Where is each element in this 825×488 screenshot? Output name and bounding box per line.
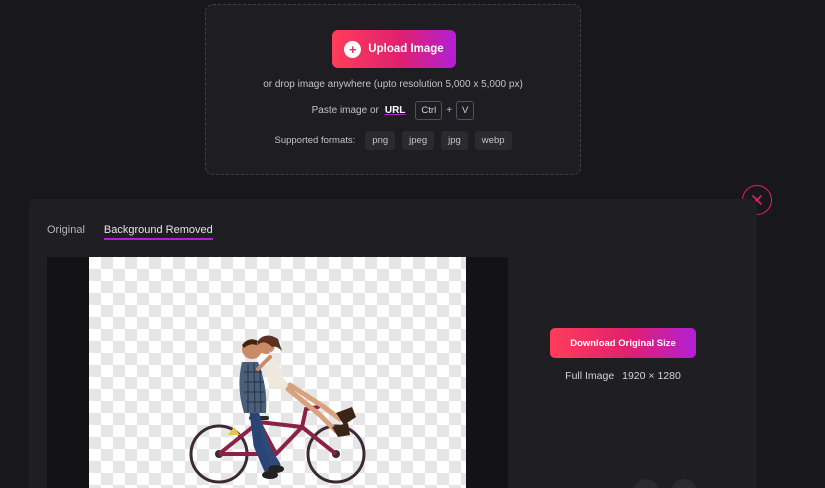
supported-formats-row: Supported formats: png jpeg jpg webp [206, 131, 580, 150]
preview-control-button-2[interactable]: ● [671, 479, 697, 488]
image-preview-area [47, 257, 508, 488]
paste-row: Paste image or URL Ctrl + V [206, 101, 580, 120]
plus-icon: + [344, 40, 362, 58]
format-chip-webp: webp [474, 131, 512, 150]
paste-prefix-text: Paste image or [311, 105, 379, 116]
download-original-size-button[interactable]: Download Original Size [550, 328, 696, 358]
url-link[interactable]: URL [385, 105, 406, 116]
upload-image-button[interactable]: + Upload Image [332, 30, 456, 68]
formats-label: Supported formats: [274, 135, 356, 146]
drop-hint-text: or drop image anywhere (upto resolution … [263, 79, 523, 90]
image-size-info: Full Image 1920 × 1280 [550, 370, 696, 382]
ctrl-key: Ctrl [415, 101, 443, 120]
size-value: 1920 × 1280 [622, 370, 681, 382]
size-label: Full Image [565, 370, 615, 382]
result-tabs: Original Background Removed [47, 224, 213, 240]
v-key: V [456, 101, 475, 120]
cutout-image [189, 335, 366, 484]
key-plus-separator: + [446, 105, 453, 116]
format-chip-jpeg: jpeg [402, 131, 435, 150]
preview-control-button-1[interactable]: ● [633, 479, 659, 488]
format-chip-jpg: jpg [441, 131, 468, 150]
transparent-background [89, 257, 466, 488]
format-chip-png: png [365, 131, 396, 150]
upload-dropzone[interactable]: + Upload Image or drop image anywhere (u… [205, 4, 581, 175]
upload-button-label: Upload Image [368, 43, 444, 55]
result-panel: Original Background Removed Download Ori… [29, 199, 757, 488]
tab-background-removed[interactable]: Background Removed [103, 224, 213, 240]
tab-original[interactable]: Original [47, 224, 85, 240]
